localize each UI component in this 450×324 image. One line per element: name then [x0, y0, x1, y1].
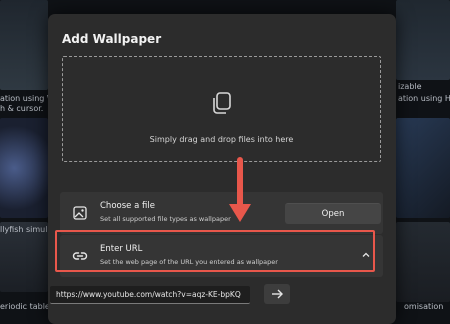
bg-tile [0, 0, 48, 90]
url-input[interactable]: https://www.youtube.com/watch?v=aqz-KE-b… [50, 286, 250, 304]
highlight-box [55, 230, 375, 272]
image-icon [73, 206, 87, 220]
bg-label: omisation [404, 302, 444, 311]
choose-file-subtitle: Set all supported file types as wallpape… [100, 215, 231, 223]
dialog-title: Add Wallpaper [62, 32, 162, 46]
bg-label: h & cursor. [0, 104, 44, 113]
open-button[interactable]: Open [285, 203, 381, 224]
copy-icon [213, 92, 231, 114]
add-wallpaper-dialog: Add Wallpaper Simply drag and drop files… [48, 14, 396, 324]
choose-file-row[interactable]: Choose a file Set all supported file typ… [60, 192, 383, 234]
choose-file-title: Choose a file [100, 201, 155, 211]
bg-tile [0, 118, 48, 218]
bg-tile [396, 222, 450, 302]
bg-label: izable [398, 82, 422, 91]
bg-tile [396, 0, 450, 80]
drop-zone-text: Simply drag and drop files into here [149, 135, 294, 144]
drop-zone[interactable]: Simply drag and drop files into here [62, 56, 381, 162]
go-button[interactable] [264, 284, 290, 304]
bg-tile [396, 118, 450, 218]
bg-label: ation using HTML5 [398, 94, 450, 103]
arrow-right-icon [272, 289, 283, 299]
